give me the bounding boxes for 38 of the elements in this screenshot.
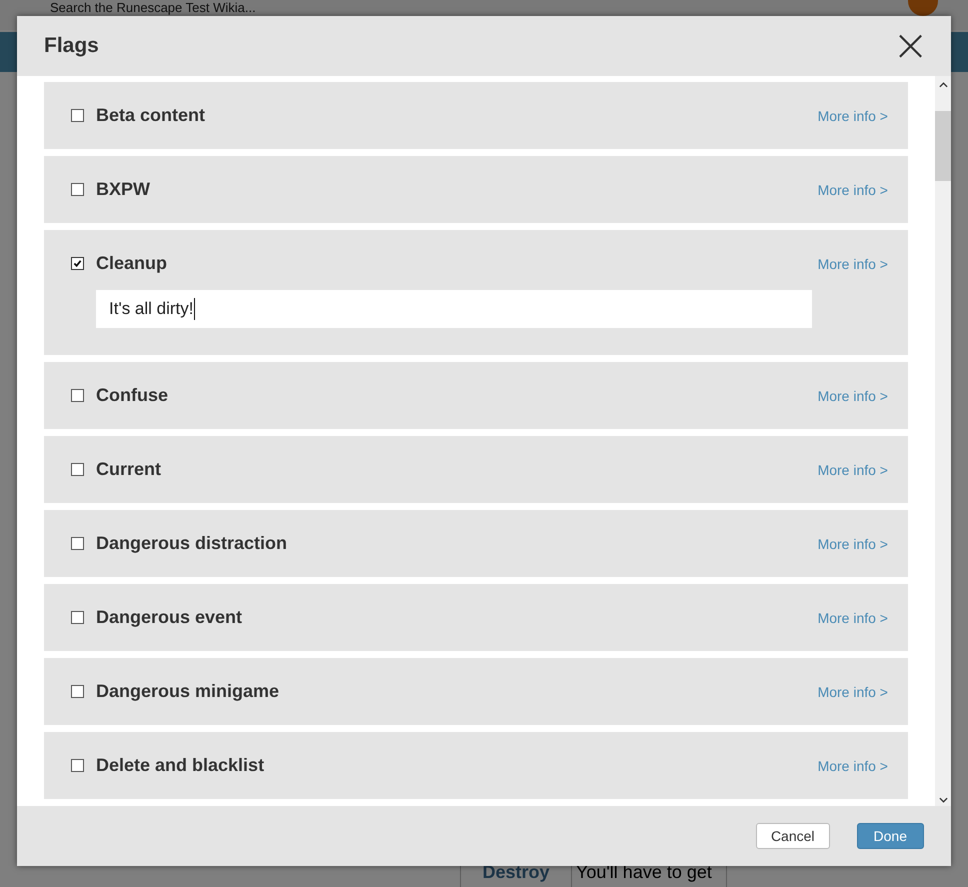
scrollbar-thumb[interactable]	[935, 111, 951, 181]
flag-label: Confuse	[96, 385, 169, 406]
checkbox[interactable]	[71, 389, 84, 402]
more-info-link[interactable]: More info >	[818, 182, 888, 198]
checkbox[interactable]	[71, 759, 84, 772]
done-button[interactable]: Done	[856, 823, 924, 849]
flag-label: BXPW	[96, 179, 151, 200]
scroll-down-icon[interactable]	[938, 797, 948, 803]
more-info-link[interactable]: More info >	[818, 462, 888, 478]
more-info-link[interactable]: More info >	[818, 536, 888, 552]
more-info-link[interactable]: More info >	[818, 108, 888, 124]
flag-label: Current	[96, 459, 162, 480]
flag-label: Cleanup	[96, 253, 168, 274]
table-cell-text: Destroy	[481, 861, 551, 884]
flag-label: Dangerous distraction	[96, 533, 288, 554]
flag-label: Dangerous event	[96, 607, 244, 628]
more-info-link[interactable]: More info >	[818, 610, 888, 626]
checkbox[interactable]	[71, 463, 84, 476]
cancel-button[interactable]: Cancel	[756, 823, 830, 849]
checkbox[interactable]	[71, 537, 84, 550]
more-info-link[interactable]: More info >	[818, 256, 888, 272]
input-field[interactable]: It's all dirty!	[96, 290, 812, 328]
checkbox[interactable]	[71, 109, 84, 122]
scroll-up-icon[interactable]	[938, 82, 948, 88]
scrollbar[interactable]	[935, 76, 951, 806]
flag-label: Dangerous minigame	[96, 681, 280, 702]
checkbox[interactable]	[71, 611, 84, 624]
dialog-title: Flags	[44, 34, 99, 58]
flag-label: Delete and blacklist	[96, 755, 266, 776]
more-info-link[interactable]: More info >	[818, 388, 888, 404]
close-button[interactable]: ×	[892, 26, 929, 66]
checkbox[interactable]	[71, 183, 84, 196]
more-info-link[interactable]: More info >	[818, 684, 888, 700]
search-field[interactable]: Search the Runescape Test Wikia...	[50, 0, 256, 15]
checkbox[interactable]	[71, 685, 84, 698]
checkbox[interactable]	[71, 257, 84, 270]
flag-label: Beta content	[96, 105, 206, 126]
more-info-link[interactable]: More info >	[818, 758, 888, 774]
